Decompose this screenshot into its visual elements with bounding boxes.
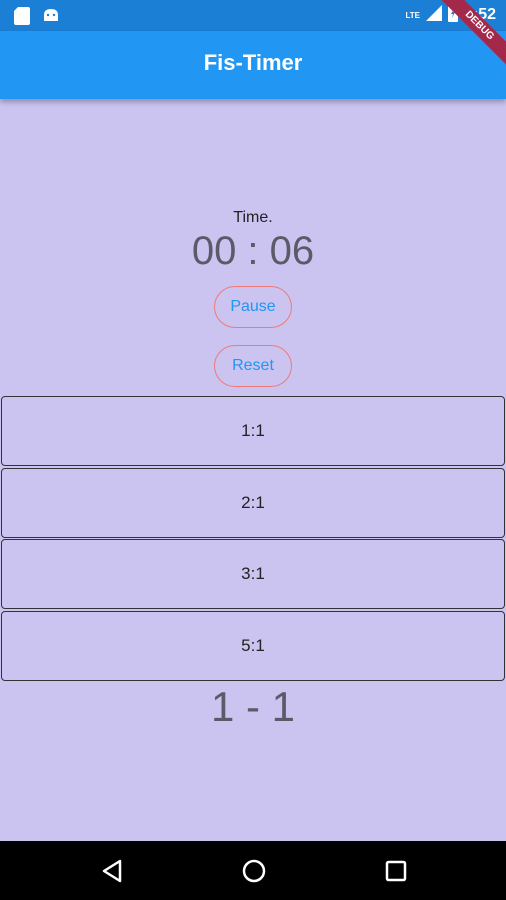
sd-card-icon <box>14 7 30 29</box>
app-bar: Fis-Timer <box>0 31 506 99</box>
score-display: 1 - 1 <box>210 683 296 730</box>
status-bar: LTE 6:52 <box>0 0 506 31</box>
timer-display: 00 : 06 <box>191 229 315 273</box>
android-icon <box>42 7 60 29</box>
back-icon[interactable] <box>98 857 126 885</box>
ratio-button-2-1[interactable]: 2:1 <box>1 468 505 538</box>
ratio-button-1-1[interactable]: 1:1 <box>1 396 505 466</box>
recents-icon[interactable] <box>382 857 410 885</box>
app-title: Fis-Timer <box>203 50 303 75</box>
time-label: Time. <box>233 209 273 226</box>
home-icon[interactable] <box>240 857 268 885</box>
pause-button[interactable]: Pause <box>214 286 292 328</box>
ratio-button-3-1[interactable]: 3:1 <box>1 539 505 609</box>
signal-icon <box>425 5 442 25</box>
status-time: 6:52 <box>463 6 496 23</box>
navigation-bar <box>0 841 506 900</box>
battery-icon <box>447 4 458 26</box>
lte-indicator: LTE <box>405 10 420 20</box>
ratio-button-5-1[interactable]: 5:1 <box>1 611 505 681</box>
reset-button[interactable]: Reset <box>214 345 292 387</box>
